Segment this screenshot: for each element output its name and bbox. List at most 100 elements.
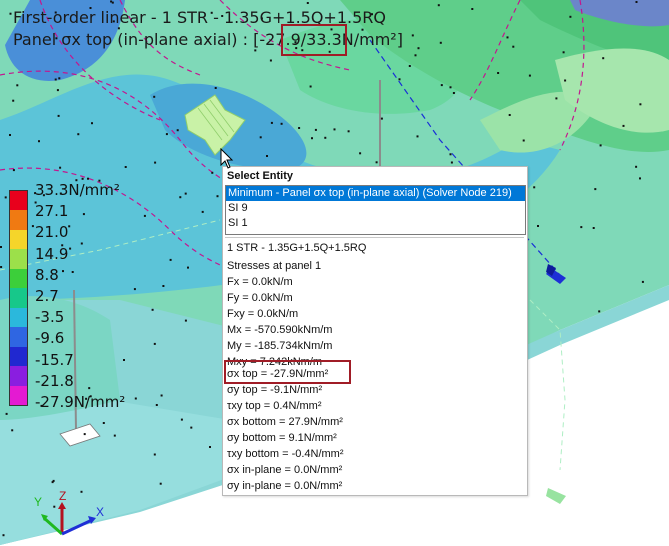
mesh-node bbox=[564, 79, 567, 82]
entity-item-si1[interactable]: SI 1 bbox=[226, 216, 525, 231]
mesh-node bbox=[58, 77, 61, 80]
mesh-node bbox=[180, 418, 183, 421]
mesh-node bbox=[216, 195, 219, 198]
mesh-node bbox=[440, 84, 443, 87]
axis-x-label: X bbox=[96, 505, 104, 519]
mesh-node bbox=[184, 192, 187, 195]
mesh-node bbox=[471, 8, 474, 10]
mesh-node bbox=[12, 169, 15, 172]
mesh-node bbox=[176, 129, 179, 132]
mesh-node bbox=[639, 177, 641, 180]
mesh-node bbox=[506, 36, 509, 39]
pointer-cursor-icon bbox=[220, 148, 234, 169]
mesh-node bbox=[69, 247, 72, 250]
mesh-node bbox=[151, 308, 154, 311]
mesh-node bbox=[594, 188, 597, 191]
mesh-node bbox=[537, 225, 539, 227]
mesh-node bbox=[12, 99, 15, 102]
mesh-node bbox=[80, 242, 83, 245]
mesh-node bbox=[259, 136, 262, 139]
axes-triad-icon: Z Y X bbox=[34, 489, 104, 536]
mesh-node bbox=[124, 166, 127, 168]
mesh-node bbox=[562, 51, 565, 54]
mesh-node bbox=[4, 196, 7, 199]
detail-line: σy top = -9.1N/mm² bbox=[227, 384, 323, 396]
mesh-node bbox=[62, 270, 64, 273]
mesh-node bbox=[449, 153, 452, 156]
entity-list[interactable]: Minimum - Panel σx top (in-plane axial) … bbox=[225, 185, 526, 235]
mesh-node bbox=[169, 258, 172, 261]
mesh-node bbox=[209, 446, 211, 448]
legend-swatch bbox=[10, 385, 27, 405]
mesh-node bbox=[123, 359, 125, 361]
mesh-node bbox=[77, 133, 80, 136]
mesh-node bbox=[592, 227, 595, 229]
mesh-node bbox=[153, 453, 156, 456]
mesh-node bbox=[580, 226, 583, 229]
legend-label: -15.7 bbox=[35, 350, 74, 369]
mesh-node bbox=[528, 74, 531, 77]
detail-line: σx bottom = 27.9N/mm² bbox=[227, 416, 343, 428]
mesh-node bbox=[211, 171, 214, 174]
sigma-x-top-highlight bbox=[224, 360, 351, 384]
detail-line: Fxy = 0.0kN/m bbox=[227, 308, 299, 320]
mesh-node bbox=[68, 225, 71, 228]
mesh-node bbox=[184, 319, 187, 322]
mesh-node bbox=[416, 135, 419, 138]
mesh-node bbox=[512, 45, 515, 48]
entity-item-si9[interactable]: SI 9 bbox=[226, 201, 525, 216]
mesh-node bbox=[162, 285, 165, 287]
mesh-node bbox=[102, 422, 105, 424]
legend-label: -9.6 bbox=[35, 329, 65, 348]
mesh-node bbox=[414, 54, 417, 57]
mesh-node bbox=[159, 482, 162, 485]
mesh-node bbox=[38, 140, 40, 143]
mesh-node bbox=[417, 47, 420, 50]
mesh-node bbox=[88, 387, 91, 390]
legend-label: 27.1 bbox=[35, 202, 69, 221]
mesh-node bbox=[599, 144, 602, 147]
mesh-node bbox=[56, 89, 59, 92]
mesh-node bbox=[298, 127, 301, 129]
mesh-node bbox=[359, 152, 362, 155]
mesh-node bbox=[91, 122, 93, 125]
mesh-node bbox=[269, 59, 272, 62]
mesh-node bbox=[51, 481, 54, 484]
legend-color-bar bbox=[9, 190, 28, 406]
legend-swatch bbox=[10, 366, 27, 386]
detail-line: τxy top = 0.4N/mm² bbox=[227, 400, 322, 412]
mesh-node bbox=[398, 78, 401, 81]
mesh-node bbox=[201, 210, 204, 213]
mesh-node bbox=[280, 122, 283, 125]
legend-label: -3.5 bbox=[35, 308, 65, 327]
legend-label: 8.8 bbox=[35, 265, 59, 284]
axis-z-label: Z bbox=[59, 489, 66, 503]
mesh-node bbox=[71, 271, 74, 273]
mesh-node bbox=[270, 121, 273, 124]
mesh-node bbox=[0, 246, 2, 248]
mesh-node bbox=[508, 114, 511, 116]
mesh-node bbox=[154, 161, 157, 164]
legend-swatch bbox=[10, 307, 27, 328]
mesh-node bbox=[5, 412, 8, 415]
mesh-node bbox=[380, 117, 383, 120]
mesh-node bbox=[452, 92, 455, 94]
legend-swatch bbox=[10, 210, 27, 230]
legend-label: 33.3N/mm² bbox=[35, 181, 120, 199]
popup-title: Select Entity bbox=[227, 170, 294, 182]
popup-separator bbox=[225, 237, 524, 238]
support-arrow-icon-2 bbox=[546, 488, 566, 504]
axis-y-label: Y bbox=[34, 495, 42, 509]
legend-swatch bbox=[10, 191, 27, 211]
mesh-node bbox=[57, 114, 60, 117]
legend-swatch bbox=[10, 229, 27, 250]
legend-label: 21.0 bbox=[35, 223, 69, 242]
detail-line: σy bottom = 9.1N/mm² bbox=[227, 432, 337, 444]
detail-line: τxy bottom = -0.4N/mm² bbox=[227, 448, 344, 460]
entity-item-minimum[interactable]: Minimum - Panel σx top (in-plane axial) … bbox=[226, 186, 525, 201]
mesh-node bbox=[133, 288, 136, 291]
mesh-node bbox=[190, 426, 193, 429]
select-entity-popup: Select Entity Minimum - Panel σx top (in… bbox=[222, 166, 528, 496]
range-min-highlight bbox=[281, 24, 347, 56]
mesh-node bbox=[111, 1, 114, 4]
